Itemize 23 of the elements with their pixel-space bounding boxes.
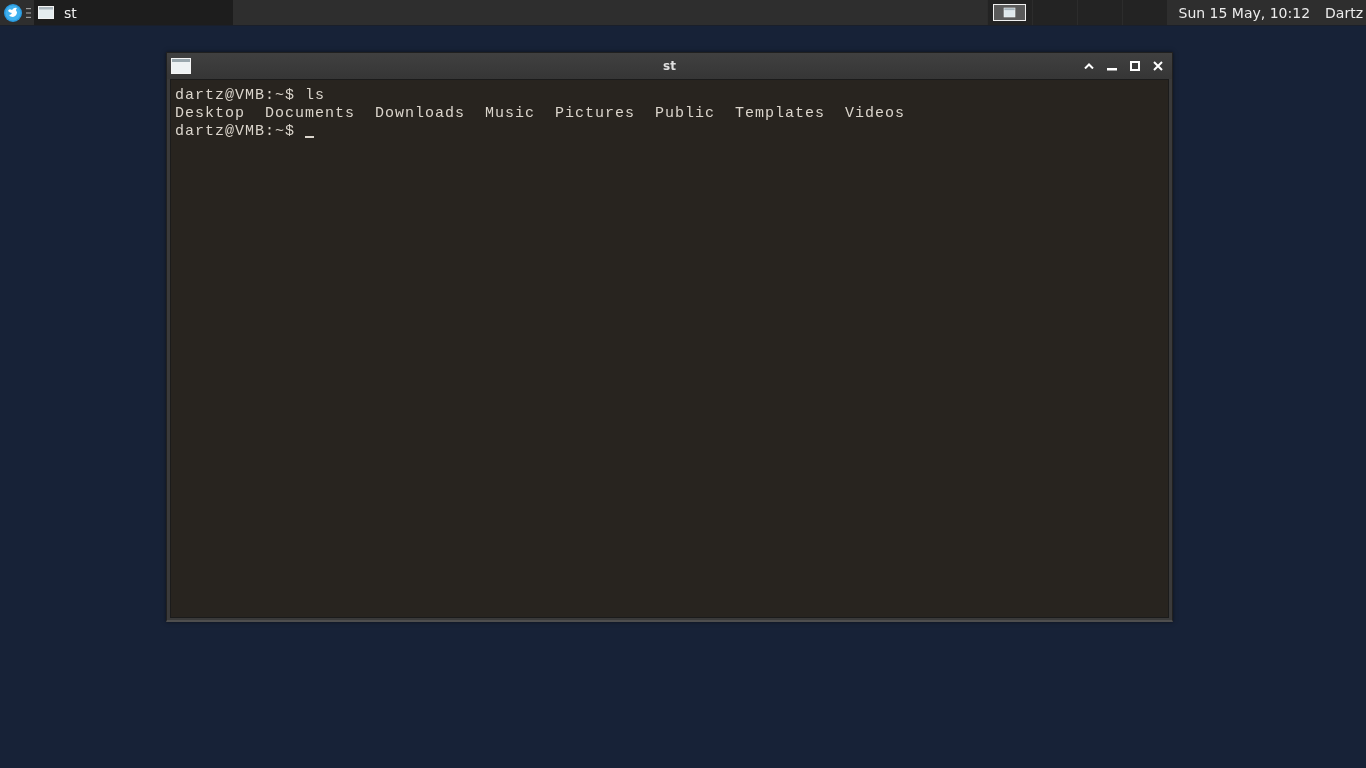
user-name[interactable]: Dartz — [1325, 4, 1363, 21]
directory-name: Documents — [265, 105, 356, 123]
caret-up-icon — [1084, 63, 1094, 69]
directory-name: Desktop — [175, 105, 245, 123]
terminal-prompt: dartz@VMB:~$ — [175, 87, 296, 105]
clock[interactable]: Sun 15 May, 10:12 — [1178, 4, 1311, 21]
close-icon — [1153, 61, 1163, 71]
directory-name: Downloads — [375, 105, 466, 123]
directory-name: Templates — [735, 105, 826, 123]
bird-icon — [4, 3, 22, 22]
window-icon — [38, 6, 54, 19]
grip-icon[interactable] — [26, 7, 31, 18]
minimize-icon — [1107, 68, 1117, 71]
maximize-icon — [1130, 61, 1140, 71]
directory-name: Videos — [845, 105, 906, 123]
terminal-command: ls — [305, 87, 326, 105]
directory-name: Music — [485, 105, 536, 123]
window-title: st — [663, 59, 676, 73]
directory-name: Pictures — [555, 105, 636, 123]
taskbar-button[interactable]: st — [34, 0, 233, 25]
directory-name: Public — [655, 105, 716, 123]
terminal-prompt: dartz@VMB:~$ — [175, 123, 296, 141]
terminal-view[interactable]: dartz@VMB:~$ ls Desktop Documents Downloads Music Pictures Public Templates Videos dartz@VMB:~$ — [170, 79, 1169, 618]
